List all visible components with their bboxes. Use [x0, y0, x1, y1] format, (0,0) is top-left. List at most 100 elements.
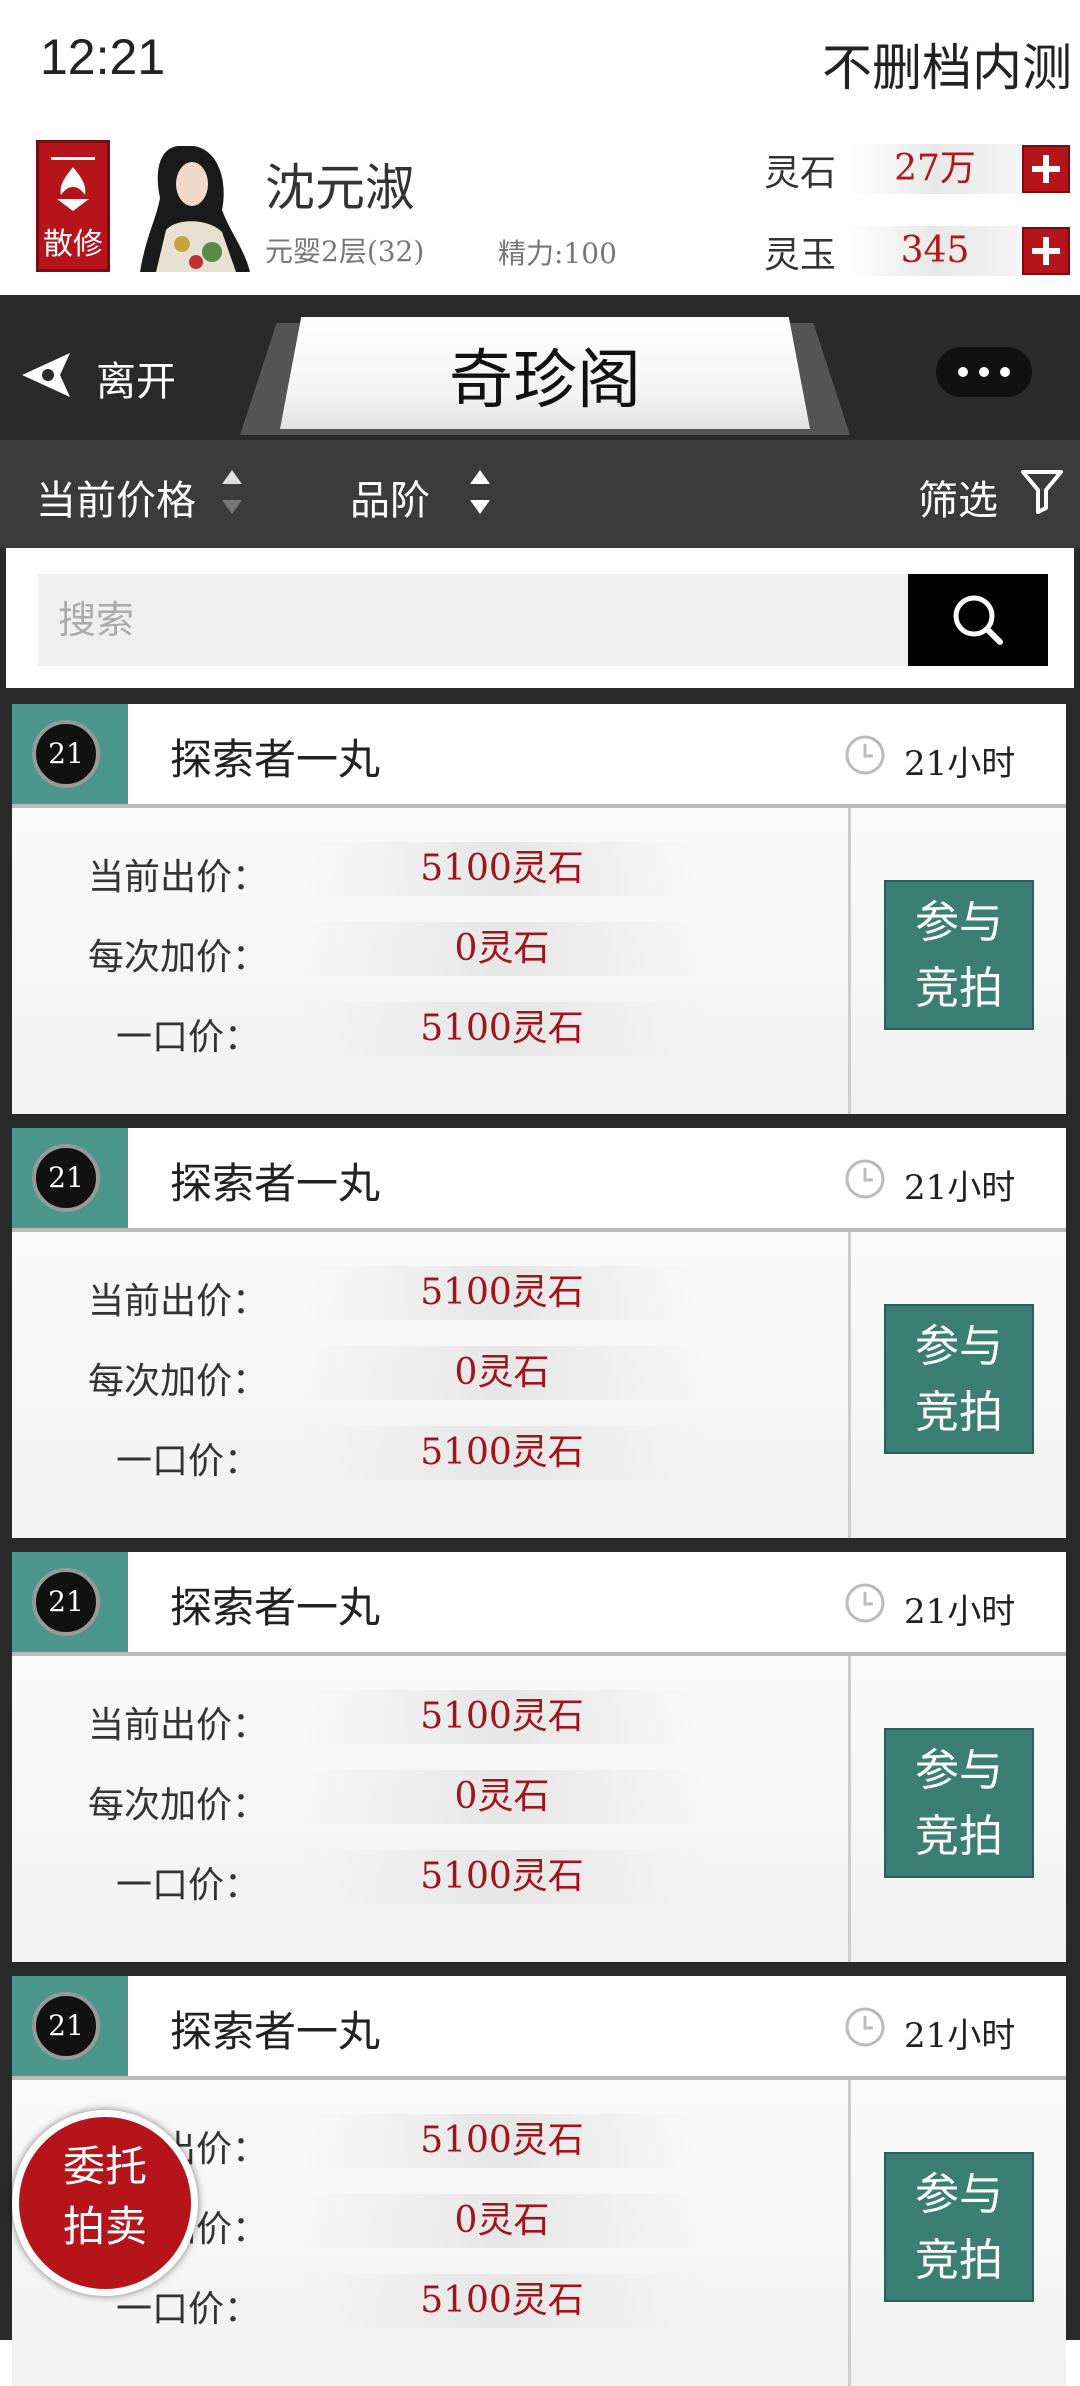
sect-badge[interactable]: 散修: [36, 140, 110, 272]
more-icon: [979, 367, 989, 377]
bid-button-line1: 参与: [915, 1321, 1003, 1372]
sort-arrows-icon[interactable]: [470, 470, 492, 520]
clock-icon: [845, 1159, 885, 1199]
increment-value: 0灵石: [302, 2194, 702, 2248]
search-panel: [6, 548, 1074, 688]
buyout-value: 5100灵石: [302, 1426, 702, 1480]
item-name[interactable]: 探索者一丸: [170, 1998, 380, 2059]
clock-icon: [845, 2007, 885, 2047]
listing-body: 当前出价： 5100灵石 每次加价： 0灵石 一口价： 5100灵石 参与 竞拍: [12, 1656, 1066, 1962]
level-badge: 21: [32, 1144, 100, 1212]
currency-label-spirit-stone: 灵石: [764, 153, 837, 194]
level-tab: 21: [12, 1976, 128, 2076]
item-name[interactable]: 探索者一丸: [170, 726, 380, 787]
sect-emblem-icon: [51, 157, 95, 211]
divider: [848, 1656, 851, 1962]
join-auction-button[interactable]: 参与 竞拍: [884, 2152, 1034, 2302]
join-auction-button[interactable]: 参与 竞拍: [884, 880, 1034, 1030]
current-bid-value: 5100灵石: [302, 1690, 702, 1744]
listing-body: 当前出价： 5100灵石 每次加价： 0灵石 一口价： 5100灵石 参与 竞拍: [12, 808, 1066, 1114]
current-bid-label: 当前出价：: [88, 857, 269, 898]
item-name[interactable]: 探索者一丸: [170, 1574, 380, 1635]
bid-button-line2: 竞拍: [915, 1811, 1003, 1862]
increment-value: 0灵石: [302, 1770, 702, 1824]
buyout-value: 5100灵石: [302, 2274, 702, 2328]
filter-button[interactable]: 筛选: [918, 468, 998, 526]
current-bid-value: 5100灵石: [302, 842, 702, 896]
currency-label-spirit-jade: 灵玉: [764, 235, 837, 276]
consign-auction-button[interactable]: 委托 拍卖: [12, 2110, 198, 2296]
divider: [848, 808, 851, 1114]
title-bar: 离开 奇珍阁: [0, 295, 1080, 440]
more-button[interactable]: [936, 347, 1032, 397]
sort-bar: 当前价格 品阶 筛选: [0, 440, 1080, 548]
sect-label: 散修: [43, 227, 103, 262]
search-icon: [953, 595, 1003, 645]
bid-button-line1: 参与: [915, 897, 1003, 948]
increment-label: 每次加价：: [88, 1785, 269, 1826]
level-tab: 21: [12, 704, 128, 804]
time-left: 21小时: [904, 1168, 1016, 1208]
increment-value: 0灵石: [302, 922, 702, 976]
consign-line2: 拍卖: [62, 2202, 147, 2251]
add-spirit-jade-button[interactable]: [1022, 227, 1070, 275]
clock-icon: [845, 735, 885, 775]
status-time: 12:21: [40, 29, 166, 85]
status-right-text: 不删档内测: [822, 39, 1072, 97]
listing-card: 21 探索者一丸 21小时 当前出价： 5100灵石 每次加价： 0灵石 一口价…: [12, 1128, 1066, 1538]
join-auction-button[interactable]: 参与 竞拍: [884, 1728, 1034, 1878]
listing-header: 21 探索者一丸 21小时: [12, 1552, 1066, 1656]
buyout-label: 一口价：: [116, 1865, 261, 1906]
filter-icon[interactable]: [1020, 468, 1064, 514]
bid-button-line1: 参与: [915, 1745, 1003, 1796]
buyout-value: 5100灵石: [302, 1002, 702, 1056]
more-icon: [958, 367, 968, 377]
currency-value-spirit-jade: 345: [850, 226, 1020, 276]
player-header: 散修 沈元淑 元婴2层(32) 精力:100 灵石 27万 灵玉 345: [0, 130, 1080, 295]
current-bid-label: 当前出价：: [88, 1281, 269, 1322]
clock-icon: [845, 1583, 885, 1623]
increment-label: 每次加价：: [88, 1361, 269, 1402]
sort-by-grade[interactable]: 品阶: [350, 468, 430, 526]
back-button[interactable]: 离开: [18, 345, 188, 405]
search-section: [0, 548, 1080, 688]
currency-value-spirit-stone: 27万: [850, 144, 1020, 194]
player-energy: 精力:100: [498, 237, 617, 270]
increment-value: 0灵石: [302, 1346, 702, 1400]
current-bid-value: 5100灵石: [302, 2114, 702, 2168]
listing-header: 21 探索者一丸 21小时: [12, 1128, 1066, 1232]
time-left: 21小时: [904, 2016, 1016, 2056]
buyout-label: 一口价：: [116, 1017, 261, 1058]
buyout-value: 5100灵石: [302, 1850, 702, 1904]
listing-card: 21 探索者一丸 21小时 当前出价： 5100灵石 每次加价： 0灵石 一口价…: [12, 704, 1066, 1114]
time-left: 21小时: [904, 744, 1016, 784]
join-auction-button[interactable]: 参与 竞拍: [884, 1304, 1034, 1454]
time-left: 21小时: [904, 1592, 1016, 1632]
player-name: 沈元淑: [265, 159, 415, 217]
level-tab: 21: [12, 1128, 128, 1228]
level-badge: 21: [32, 1992, 100, 2060]
avatar[interactable]: [126, 140, 250, 272]
more-icon: [1000, 367, 1010, 377]
sort-arrows-icon[interactable]: [222, 470, 244, 520]
increment-label: 每次加价：: [88, 937, 269, 978]
bid-button-line2: 竞拍: [915, 963, 1003, 1014]
buyout-label: 一口价：: [116, 1441, 261, 1482]
divider: [848, 2080, 851, 2386]
bid-button-line2: 竞拍: [915, 2235, 1003, 2286]
page-title: 奇珍阁: [449, 344, 641, 418]
listing-list: 21 探索者一丸 21小时 当前出价： 5100灵石 每次加价： 0灵石 一口价…: [0, 688, 1080, 2386]
level-badge: 21: [32, 1568, 100, 1636]
level-badge: 21: [32, 720, 100, 788]
search-input[interactable]: [38, 574, 908, 666]
item-name[interactable]: 探索者一丸: [170, 1150, 380, 1211]
status-bar: 12:21 不删档内测: [0, 0, 1080, 130]
consign-line1: 委托: [62, 2142, 147, 2191]
sort-by-price[interactable]: 当前价格: [36, 468, 196, 526]
current-bid-label: 当前出价：: [88, 1705, 269, 1746]
divider: [848, 1232, 851, 1538]
add-spirit-stone-button[interactable]: [1022, 145, 1070, 193]
search-button[interactable]: [908, 574, 1048, 666]
listing-card: 21 探索者一丸 21小时 当前出价： 5100灵石 每次加价： 0灵石 一口价…: [12, 1552, 1066, 1962]
player-realm: 元婴2层(32): [265, 235, 425, 268]
